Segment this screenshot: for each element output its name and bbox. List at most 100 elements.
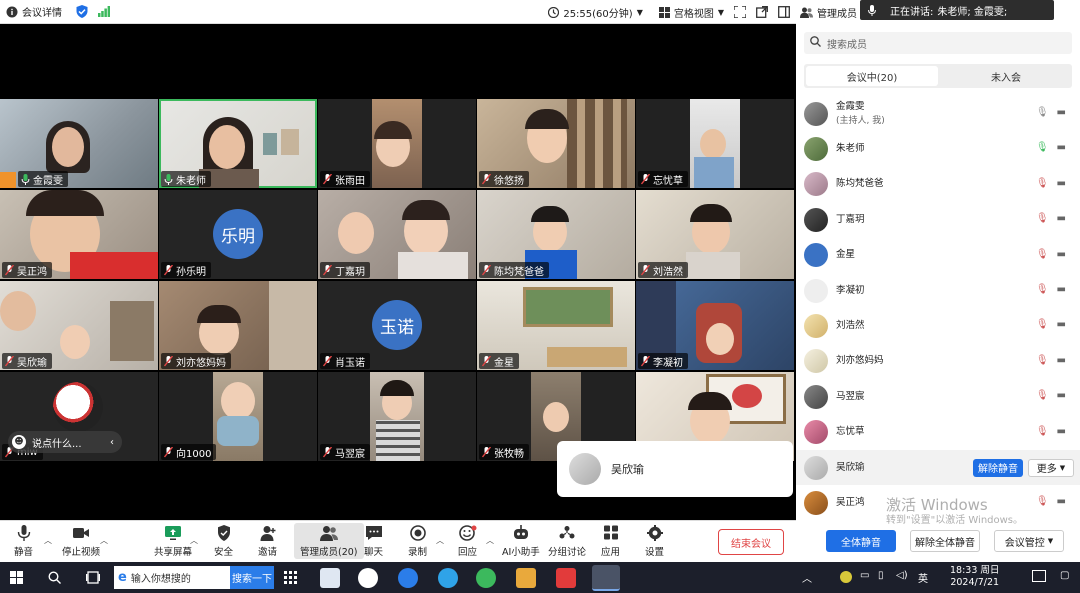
camera-icon[interactable]: ▬ <box>1057 213 1066 224</box>
chat-button[interactable]: 聊天 <box>364 525 383 558</box>
settings-button[interactable]: 设置 <box>645 525 664 558</box>
video-tile[interactable]: 刘浩然 <box>636 190 794 279</box>
camera-icon[interactable]: ▬ <box>1057 496 1066 507</box>
meeting-control-button[interactable]: 会议管控▼ <box>994 530 1064 552</box>
list-item[interactable]: 金星 🎙 ▬ <box>796 238 1080 273</box>
video-tile[interactable]: 丁嘉玥 <box>318 190 476 279</box>
video-tile[interactable]: 刘亦悠妈妈 <box>159 281 317 370</box>
manage-members-header[interactable]: 管理成员 <box>800 5 857 20</box>
unmute-member-button[interactable]: 解除静音 <box>973 458 1023 477</box>
video-tile[interactable]: 金星 <box>477 281 635 370</box>
shield-check-icon[interactable] <box>76 5 88 18</box>
security-button[interactable]: 安全 <box>214 525 233 558</box>
chevron-up-icon[interactable]: ︿ <box>802 570 812 585</box>
ime-indicator[interactable]: 英 <box>918 570 928 585</box>
network-icon[interactable]: ▭ <box>860 570 869 581</box>
view-mode-selector[interactable]: 宫格视图 ▼ <box>658 5 724 20</box>
emoji-icon[interactable]: ☻ <box>12 435 26 449</box>
chevron-up-icon[interactable]: ︿ <box>436 535 444 546</box>
show-desktop-icon[interactable]: ▢ <box>1060 570 1069 581</box>
chat-input-bubble[interactable]: ☻ 说点什么... ‹ <box>8 431 122 453</box>
list-item[interactable]: 金霞雯 (主持人, 我) 🎙 ▬ <box>796 96 1080 131</box>
microphone-muted-icon[interactable]: 🎙 <box>1036 213 1049 224</box>
apps-grid-icon[interactable] <box>284 571 297 587</box>
video-tile[interactable]: 忘忧草 <box>636 99 794 188</box>
windows-start-icon[interactable] <box>10 571 23 587</box>
chevron-left-icon[interactable]: ‹ <box>110 437 114 448</box>
video-tile[interactable]: 乐明 孙乐明 <box>159 190 317 279</box>
camera-icon[interactable]: ▬ <box>1057 355 1066 366</box>
share-screen-button[interactable]: 共享屏幕 <box>154 525 192 558</box>
list-item[interactable]: 刘浩然 🎙 ▬ <box>796 308 1080 343</box>
document-app-icon[interactable] <box>320 568 340 588</box>
camera-icon[interactable]: ▬ <box>1057 178 1066 189</box>
member-popup[interactable]: 吴欣瑜 <box>557 441 793 497</box>
tab-not-joined[interactable]: 未入会 <box>940 64 1072 88</box>
task-view-icon[interactable] <box>86 571 100 587</box>
list-item[interactable]: 陈均梵爸爸 🎙 ▬ <box>796 167 1080 202</box>
list-item[interactable]: 马翌宸 🎙 ▬ <box>796 379 1080 414</box>
stop-video-button[interactable]: 停止视频 <box>62 525 100 558</box>
breakout-rooms-button[interactable]: 分组讨论 <box>548 525 586 558</box>
camera-icon[interactable]: ▬ <box>1057 249 1066 260</box>
video-tile[interactable]: 玉诺 肖玉诺 <box>318 281 476 370</box>
chevron-up-icon[interactable]: ︿ <box>100 535 108 546</box>
microphone-muted-icon[interactable]: 🎙 <box>1036 355 1049 366</box>
list-item[interactable]: 李凝初 🎙 ▬ <box>796 273 1080 308</box>
video-tile[interactable]: 李凝初 <box>636 281 794 370</box>
more-button[interactable]: 更多 ▼ <box>1028 458 1074 477</box>
unmute-all-button[interactable]: 解除全体静音 <box>910 530 980 552</box>
wechat-icon[interactable] <box>476 568 496 588</box>
camera-icon[interactable]: ▬ <box>1057 107 1066 118</box>
list-item-hovered[interactable]: 吴欣瑜 解除静音 更多 ▼ <box>796 449 1080 486</box>
video-tile[interactable]: 陈均梵爸爸 <box>477 190 635 279</box>
volume-icon[interactable]: ◁) <box>896 570 908 581</box>
list-item[interactable]: 忘忧草 🎙 ▬ <box>796 415 1080 450</box>
video-tile[interactable]: 马翌宸 <box>318 372 476 461</box>
apps-button[interactable]: 应用 <box>601 525 620 558</box>
microphone-icon[interactable]: 🎙 <box>1036 107 1049 118</box>
chevron-up-icon[interactable]: ︿ <box>486 535 494 546</box>
taskbar-search-button[interactable]: 搜索一下 <box>230 566 274 589</box>
media-player-icon[interactable] <box>516 568 536 588</box>
video-tile[interactable]: 吴欣瑜 <box>0 281 158 370</box>
camera-icon[interactable]: ▬ <box>1057 426 1066 437</box>
list-item[interactable]: 丁嘉玥 🎙 ▬ <box>796 202 1080 237</box>
chevron-up-icon[interactable]: ︿ <box>44 535 52 546</box>
microphone-active-icon[interactable]: 🎙 <box>1036 142 1049 153</box>
camera-icon[interactable]: ▬ <box>1057 142 1066 153</box>
list-item[interactable]: 刘亦悠妈妈 🎙 ▬ <box>796 344 1080 379</box>
microphone-muted-icon[interactable]: 🎙 <box>1036 426 1049 437</box>
mute-all-button[interactable]: 全体静音 <box>826 530 896 552</box>
video-tile[interactable]: 张雨田 <box>318 99 476 188</box>
chevron-up-icon[interactable]: ︿ <box>190 535 198 546</box>
microphone-muted-icon[interactable]: 🎙 <box>1036 284 1049 295</box>
taskbar-search-input[interactable]: e 输入你想搜的 搜索一下 <box>114 566 274 589</box>
tray-app-icon[interactable] <box>840 571 852 583</box>
fullscreen-icon[interactable] <box>734 6 746 18</box>
video-tile[interactable]: 金霞雯 <box>0 99 158 188</box>
camera-icon[interactable]: ▬ <box>1057 319 1066 330</box>
edge-browser-icon[interactable] <box>438 568 458 588</box>
microphone-muted-icon[interactable]: 🎙 <box>1036 390 1049 401</box>
list-item[interactable]: 朱老师 🎙 ▬ <box>796 131 1080 166</box>
video-tile[interactable]: 吴正鸿 <box>0 190 158 279</box>
external-window-icon[interactable] <box>756 6 768 18</box>
meeting-app-icon[interactable] <box>592 565 620 591</box>
ai-assistant-button[interactable]: AI小助手 <box>502 525 540 558</box>
split-panel-icon[interactable] <box>778 6 790 18</box>
mute-button[interactable]: 静音 <box>14 525 33 558</box>
video-tile-active-speaker[interactable]: 朱老师 <box>159 99 317 188</box>
video-tile[interactable]: 徐悠扬 <box>477 99 635 188</box>
camera-icon[interactable]: ▬ <box>1057 284 1066 295</box>
battery-icon[interactable]: ▯ <box>878 570 884 581</box>
signal-strength-icon[interactable] <box>98 6 110 17</box>
cloud-app-icon[interactable] <box>358 568 378 588</box>
react-button[interactable]: 回应 <box>458 525 477 558</box>
meeting-details[interactable]: 会议详情 <box>6 4 62 19</box>
record-button[interactable]: 录制 <box>408 525 427 558</box>
meeting-timer[interactable]: 25:55(60分钟) ▼ <box>548 5 643 20</box>
microphone-muted-icon[interactable]: 🎙 <box>1036 496 1049 507</box>
manage-members-button[interactable]: 管理成员(20) <box>294 523 364 559</box>
microphone-muted-icon[interactable]: 🎙 <box>1036 249 1049 260</box>
